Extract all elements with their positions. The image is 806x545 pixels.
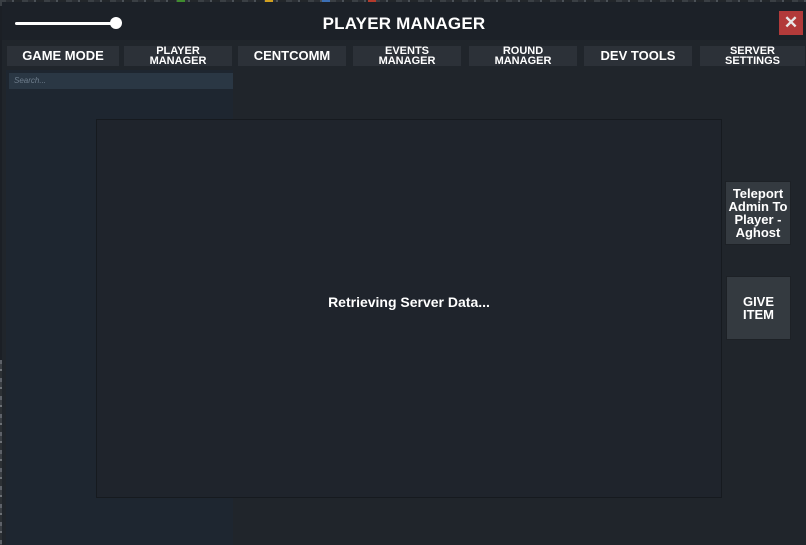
give-item-label: GIVE ITEM: [742, 294, 775, 322]
loading-status: Retrieving Server Data...: [328, 294, 490, 310]
tab-bar: GAME MODE PLAYER MANAGER CENTCOMM EVENTS…: [7, 45, 806, 67]
close-icon: ✕: [783, 13, 799, 32]
tab-label: CENTCOMM: [253, 48, 331, 63]
tab-label: ROUND MANAGER: [494, 45, 552, 67]
tab-label: EVENTS MANAGER: [378, 45, 436, 67]
title-bar[interactable]: PLAYER MANAGER ✕: [2, 2, 806, 40]
tab-server-settings[interactable]: SERVER SETTINGS: [700, 45, 805, 67]
teleport-admin-button[interactable]: Teleport Admin To Player - Aghost: [725, 181, 791, 245]
tab-dev-tools[interactable]: DEV TOOLS: [584, 46, 692, 66]
admin-window: PLAYER MANAGER ✕ GAME MODE PLAYER MANAGE…: [2, 2, 806, 545]
search-input[interactable]: Search...: [9, 73, 233, 89]
close-button[interactable]: ✕: [779, 11, 803, 35]
search-placeholder: Search...: [14, 76, 47, 85]
tab-label: SERVER SETTINGS: [724, 45, 780, 67]
tab-label: DEV TOOLS: [600, 48, 676, 63]
tab-game-mode[interactable]: GAME MODE: [7, 46, 119, 66]
tab-centcomm[interactable]: CENTCOMM: [238, 46, 346, 66]
give-item-button[interactable]: GIVE ITEM: [726, 276, 791, 340]
tab-events-manager[interactable]: EVENTS MANAGER: [353, 45, 461, 67]
teleport-admin-label: Teleport Admin To Player - Aghost: [728, 186, 788, 240]
tab-label: PLAYER MANAGER: [149, 45, 207, 67]
window-title: PLAYER MANAGER: [322, 14, 486, 33]
tab-player-manager[interactable]: PLAYER MANAGER: [124, 45, 232, 67]
tab-round-manager[interactable]: ROUND MANAGER: [469, 45, 577, 67]
player-details-panel: Retrieving Server Data...: [96, 119, 722, 498]
tab-label: GAME MODE: [22, 48, 104, 63]
